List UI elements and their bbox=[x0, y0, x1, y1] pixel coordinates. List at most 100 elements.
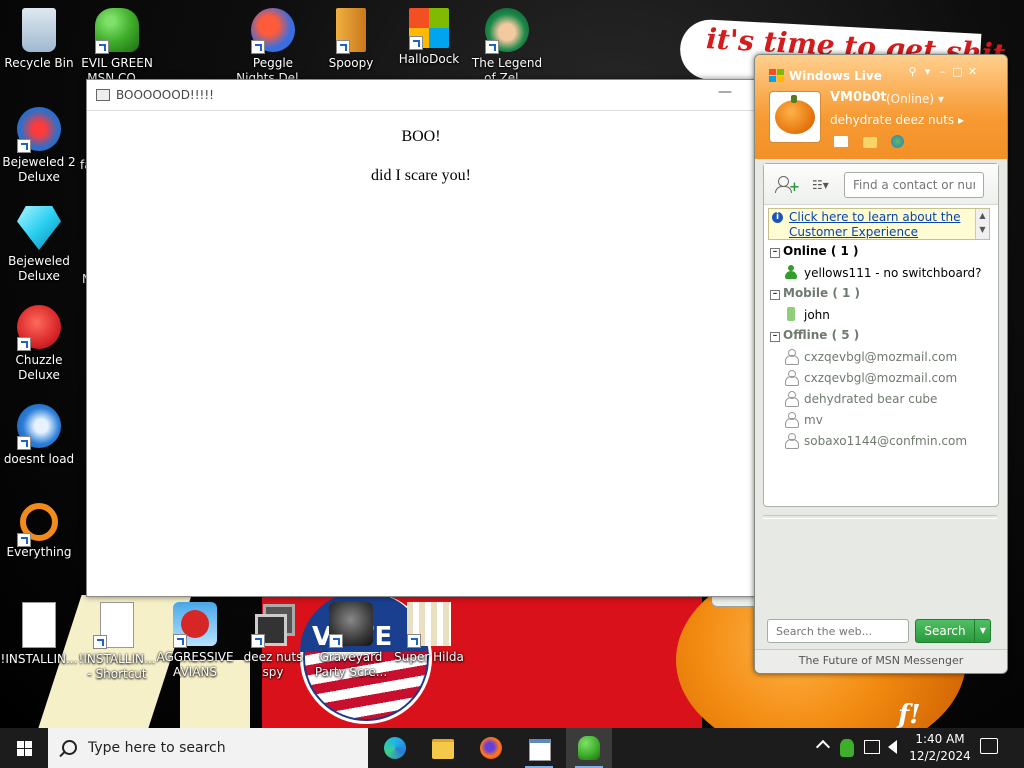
desktop-icon-deez-nuts-spy[interactable]: deez nuts spy bbox=[234, 602, 312, 680]
desktop-icon-bejeweled[interactable]: Bejeweled Deluxe bbox=[0, 206, 78, 284]
contact-item[interactable]: dehydrated bear cube bbox=[784, 391, 937, 407]
mobile-phone-icon bbox=[784, 307, 798, 321]
desktop-icon-super-hilda[interactable]: Super Hilda bbox=[390, 602, 468, 665]
display-name[interactable]: VM0b0t bbox=[830, 90, 887, 105]
document-shortcut-icon bbox=[93, 602, 134, 649]
list-options-icon[interactable]: ☷▾ bbox=[812, 178, 836, 194]
recycle-bin-icon bbox=[22, 8, 56, 52]
close-button[interactable]: ✕ bbox=[965, 65, 980, 78]
desktop-icon-recycle-bin[interactable]: Recycle Bin bbox=[0, 8, 78, 71]
firefox-icon bbox=[480, 737, 502, 759]
desktop-icon-graveyard-party[interactable]: Graveyard Party Scre... bbox=[312, 602, 390, 680]
msn-buddies-icon bbox=[95, 8, 139, 54]
minimize-button[interactable]: — bbox=[713, 84, 737, 104]
chevron-up-icon[interactable] bbox=[815, 739, 831, 755]
offline-buddy-icon bbox=[784, 391, 799, 407]
start-button[interactable] bbox=[0, 728, 48, 768]
msn-logo-text: Windows Live bbox=[789, 69, 882, 83]
msn-tray-icon[interactable] bbox=[840, 739, 854, 757]
graveyard-icon bbox=[329, 602, 373, 648]
desktop-icon-chuzzle[interactable]: Chuzzle Deluxe bbox=[0, 305, 78, 383]
info-icon: i bbox=[772, 212, 783, 223]
online-buddy-icon bbox=[784, 265, 798, 279]
contact-item[interactable]: cxzqevbgl@mozmail.com bbox=[784, 370, 957, 386]
spoopy-icon bbox=[336, 8, 366, 54]
peggle-icon bbox=[251, 8, 295, 54]
desktop-icon-hallodock[interactable]: HalloDock bbox=[390, 8, 468, 67]
windows-flag-icon bbox=[769, 69, 785, 83]
taskbar-search-box[interactable]: Type here to search bbox=[48, 728, 368, 768]
windows-logo-icon bbox=[409, 8, 449, 50]
group-mobile[interactable]: – Mobile ( 1 ) bbox=[770, 286, 860, 300]
web-search-input[interactable] bbox=[767, 619, 909, 643]
desktop-icon-installer[interactable]: !INSTALLIN... bbox=[0, 602, 78, 667]
divider bbox=[763, 515, 997, 519]
info-bar: i Click here to learn about the Customer… bbox=[768, 208, 990, 240]
status-selector[interactable]: (Online) ▾ bbox=[886, 92, 944, 106]
desktop-icon-aggressive-avians[interactable]: AGGRESSIVE AVIANS bbox=[156, 602, 234, 680]
boo-message: did I scare you! bbox=[371, 167, 471, 184]
network-icon[interactable] bbox=[864, 740, 880, 754]
folder-icon[interactable] bbox=[863, 137, 877, 148]
desktop-icon-evil-green-msn[interactable]: EVIL GREEN MSN CO... bbox=[78, 8, 156, 86]
search-button[interactable]: Search ▼ bbox=[915, 619, 991, 643]
contact-item[interactable]: yellows111 - no switchboard? bbox=[784, 265, 982, 280]
desktop-icon-thunderbird[interactable]: doesnt load bbox=[0, 404, 78, 467]
pixel-character-icon bbox=[407, 602, 451, 648]
search-dropdown-icon[interactable]: ▼ bbox=[974, 620, 991, 642]
document-icon bbox=[22, 602, 56, 648]
customer-experience-link[interactable]: Click here to learn about the Customer E… bbox=[789, 210, 974, 240]
contact-item[interactable]: mv bbox=[784, 412, 823, 428]
contact-toolbar: + ☷▾ bbox=[764, 164, 998, 205]
everything-icon bbox=[17, 503, 58, 547]
msn-messenger-icon bbox=[578, 736, 600, 760]
notification-icon[interactable] bbox=[980, 738, 998, 754]
minimize-button[interactable]: – bbox=[935, 65, 950, 78]
menu-dropdown-button[interactable]: ▾ bbox=[920, 65, 935, 78]
angry-bird-icon bbox=[173, 602, 217, 648]
offline-buddy-icon bbox=[784, 412, 799, 428]
desktop-icon-bejeweled-2[interactable]: Bejeweled 2 Deluxe bbox=[0, 107, 78, 185]
personal-message[interactable]: dehydrate deez nuts ▸ bbox=[830, 113, 964, 127]
msn-window-controls: ⚲ ▾ – □ ✕ bbox=[905, 65, 980, 78]
search-icon bbox=[62, 740, 77, 755]
group-online[interactable]: – Online ( 1 ) bbox=[770, 244, 859, 258]
offline-buddy-icon bbox=[784, 370, 799, 386]
globe-icon[interactable] bbox=[891, 135, 904, 148]
info-scrollbar[interactable]: ▲ ▼ bbox=[975, 209, 989, 239]
taskbar-app-file-explorer[interactable] bbox=[420, 728, 466, 768]
pin-icon[interactable]: ⚲ bbox=[905, 65, 920, 78]
desktop-icon-peggle-nights[interactable]: Peggle Nights Del... bbox=[234, 8, 312, 86]
clock[interactable]: 1:40 AM 12/2/2024 bbox=[908, 731, 972, 765]
bejeweled-icon bbox=[17, 206, 61, 250]
maximize-button[interactable]: □ bbox=[950, 65, 965, 78]
offline-buddy-icon bbox=[784, 349, 799, 365]
add-contact-icon[interactable]: + bbox=[775, 176, 800, 194]
desktop-icon-spoopy[interactable]: Spoopy bbox=[312, 8, 390, 71]
find-contact-input[interactable] bbox=[844, 172, 984, 198]
file-explorer-icon bbox=[432, 739, 454, 759]
window-stack-icon bbox=[251, 602, 295, 648]
avatar[interactable] bbox=[769, 91, 821, 143]
boo-heading: BOO! bbox=[401, 128, 441, 145]
desktop-icon-legend-of-zelda[interactable]: The Legend of Zel... bbox=[468, 8, 546, 86]
taskbar: Type here to search 1:40 AM 12/2/2024 bbox=[0, 728, 1024, 768]
contact-item[interactable]: cxzqevbgl@mozmail.com bbox=[784, 349, 957, 365]
window-app-icon bbox=[96, 89, 110, 101]
volume-icon[interactable] bbox=[888, 740, 897, 754]
edge-icon bbox=[384, 737, 406, 759]
mail-icon[interactable] bbox=[833, 135, 849, 148]
desktop-icon-installer-shortcut[interactable]: !INSTALLIN... - Shortcut bbox=[78, 602, 156, 682]
group-offline[interactable]: – Offline ( 5 ) bbox=[770, 328, 859, 342]
taskbar-app-msn[interactable] bbox=[566, 728, 612, 768]
msn-header: Windows Live ⚲ ▾ – □ ✕ VM0b0t (Online) ▾ deh… bbox=[755, 55, 1007, 159]
taskbar-app-boo[interactable] bbox=[516, 728, 562, 768]
boo-window: BOOOOOOD!!!!! — BOO! did I scare you! bbox=[86, 79, 756, 597]
taskbar-app-firefox[interactable] bbox=[468, 728, 514, 768]
desktop-icon-everything[interactable]: Everything bbox=[0, 503, 78, 560]
contact-item[interactable]: sobaxo1144@confmin.com bbox=[784, 433, 967, 449]
contact-item[interactable]: john bbox=[784, 307, 830, 322]
window-titlebar[interactable]: BOOOOOOD!!!!! — bbox=[87, 80, 755, 111]
bejeweled2-icon bbox=[17, 107, 61, 153]
taskbar-app-edge[interactable] bbox=[372, 728, 418, 768]
